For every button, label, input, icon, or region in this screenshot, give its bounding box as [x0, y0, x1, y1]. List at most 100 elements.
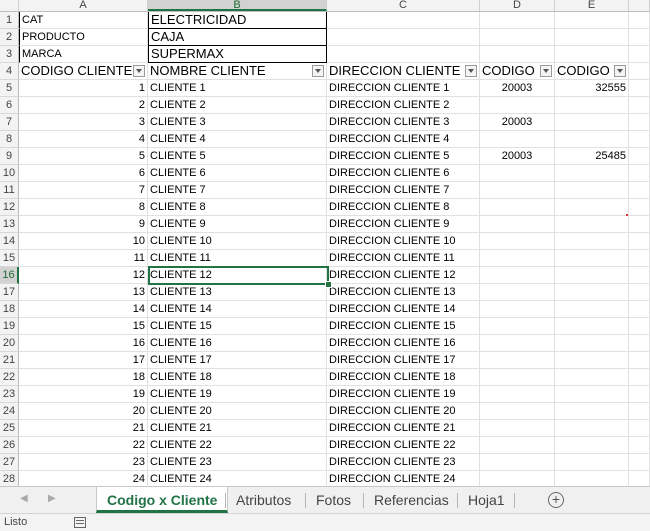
direccion-cliente-cell[interactable]: DIRECCION CLIENTE 17	[327, 352, 480, 369]
cell[interactable]	[629, 284, 650, 301]
codigo-cell[interactable]	[480, 403, 555, 420]
filter-dropdown-icon[interactable]	[312, 65, 324, 77]
column-header-f[interactable]	[629, 0, 650, 11]
codigo-cliente-cell[interactable]: 23	[19, 454, 148, 471]
nombre-cliente-cell[interactable]: CLIENTE 17	[148, 352, 327, 369]
codigo-cell[interactable]	[555, 318, 629, 335]
header-label-cell[interactable]: CAT	[19, 12, 148, 29]
plus-circle-icon[interactable]: +	[548, 492, 564, 508]
header-label-cell[interactable]: PRODUCTO	[19, 29, 148, 46]
column-header-b[interactable]: B	[148, 0, 327, 11]
codigo-cell[interactable]	[555, 454, 629, 471]
codigo-cliente-cell[interactable]: 24	[19, 471, 148, 486]
cell[interactable]	[629, 437, 650, 454]
chevron-right-icon[interactable]: ▶	[48, 493, 56, 504]
row-header[interactable]: 15	[0, 250, 19, 267]
nombre-cliente-cell[interactable]: CLIENTE 5	[148, 148, 327, 165]
codigo-cell[interactable]	[480, 250, 555, 267]
row-header[interactable]: 24	[0, 403, 19, 420]
direccion-cliente-cell[interactable]: DIRECCION CLIENTE 11	[327, 250, 480, 267]
row-header[interactable]: 1	[0, 12, 19, 29]
cell[interactable]	[629, 403, 650, 420]
cell[interactable]	[629, 12, 650, 29]
cell[interactable]	[629, 233, 650, 250]
filter-dropdown-icon[interactable]	[465, 65, 477, 77]
codigo-cell[interactable]	[480, 165, 555, 182]
row-header[interactable]: 12	[0, 199, 19, 216]
nombre-cliente-cell[interactable]: CLIENTE 6	[148, 165, 327, 182]
macro-record-icon[interactable]	[74, 517, 86, 528]
row-header[interactable]: 19	[0, 318, 19, 335]
nombre-cliente-cell[interactable]: CLIENTE 3	[148, 114, 327, 131]
cell[interactable]	[629, 386, 650, 403]
cell[interactable]	[629, 471, 650, 486]
codigo-cell[interactable]	[480, 352, 555, 369]
direccion-cliente-cell[interactable]: DIRECCION CLIENTE 13	[327, 284, 480, 301]
tab-hoja1[interactable]: Hoja1	[458, 487, 515, 513]
codigo-cliente-cell[interactable]: 14	[19, 301, 148, 318]
direccion-cliente-cell[interactable]: DIRECCION CLIENTE 7	[327, 182, 480, 199]
cell[interactable]	[629, 352, 650, 369]
codigo-cell[interactable]	[480, 267, 555, 284]
cell[interactable]	[629, 267, 650, 284]
codigo-cell[interactable]	[555, 267, 629, 284]
cell[interactable]	[629, 335, 650, 352]
codigo-cell[interactable]	[555, 352, 629, 369]
codigo-cell[interactable]: 32555	[555, 80, 629, 97]
nombre-cliente-cell[interactable]: CLIENTE 18	[148, 369, 327, 386]
cell[interactable]	[629, 216, 650, 233]
header-value-cell[interactable]: CAJA	[148, 29, 327, 46]
nombre-cliente-cell[interactable]: CLIENTE 20	[148, 403, 327, 420]
codigo-cliente-cell[interactable]: 19	[19, 386, 148, 403]
cell[interactable]	[629, 63, 650, 80]
nombre-cliente-cell[interactable]: CLIENTE 4	[148, 131, 327, 148]
codigo-cell[interactable]	[480, 284, 555, 301]
nombre-cliente-cell[interactable]: CLIENTE 11	[148, 250, 327, 267]
codigo-cliente-cell[interactable]: 7	[19, 182, 148, 199]
codigo-cell[interactable]: 25485	[555, 148, 629, 165]
filter-dropdown-icon[interactable]	[133, 65, 145, 77]
row-header[interactable]: 28	[0, 471, 19, 486]
direccion-cliente-cell[interactable]: DIRECCION CLIENTE 24	[327, 471, 480, 486]
row-header[interactable]: 27	[0, 454, 19, 471]
codigo-cell[interactable]	[480, 454, 555, 471]
chevron-left-icon[interactable]: ◀	[20, 493, 28, 504]
direccion-cliente-cell[interactable]: DIRECCION CLIENTE 2	[327, 97, 480, 114]
codigo-cliente-cell[interactable]: 6	[19, 165, 148, 182]
cell[interactable]	[555, 12, 629, 29]
codigo-cell[interactable]	[480, 420, 555, 437]
codigo-cliente-cell[interactable]: 16	[19, 335, 148, 352]
header-value-cell[interactable]: ELECTRICIDAD	[148, 12, 327, 29]
direccion-cliente-cell[interactable]: DIRECCION CLIENTE 19	[327, 386, 480, 403]
cell[interactable]	[629, 165, 650, 182]
codigo-cell[interactable]	[555, 369, 629, 386]
direccion-cliente-cell[interactable]: DIRECCION CLIENTE 14	[327, 301, 480, 318]
direccion-cliente-cell[interactable]: DIRECCION CLIENTE 6	[327, 165, 480, 182]
cell[interactable]	[629, 199, 650, 216]
header-label-cell[interactable]: MARCA	[19, 46, 148, 63]
nombre-cliente-cell[interactable]: CLIENTE 19	[148, 386, 327, 403]
nombre-cliente-cell[interactable]: CLIENTE 21	[148, 420, 327, 437]
row-header[interactable]: 3	[0, 46, 19, 63]
direccion-cliente-cell[interactable]: DIRECCION CLIENTE 1	[327, 80, 480, 97]
nombre-cliente-cell[interactable]: CLIENTE 22	[148, 437, 327, 454]
nombre-cliente-cell[interactable]: CLIENTE 2	[148, 97, 327, 114]
codigo-cell[interactable]	[555, 386, 629, 403]
direccion-cliente-cell[interactable]: DIRECCION CLIENTE 18	[327, 369, 480, 386]
column-header-a[interactable]: A	[19, 0, 148, 11]
codigo-cell[interactable]	[480, 335, 555, 352]
row-header[interactable]: 20	[0, 335, 19, 352]
tab-atributos[interactable]: Atributos	[226, 487, 301, 513]
nombre-cliente-cell[interactable]: CLIENTE 1	[148, 80, 327, 97]
cell[interactable]	[480, 46, 555, 63]
codigo-cell[interactable]: 20003	[480, 148, 555, 165]
direccion-cliente-cell[interactable]: DIRECCION CLIENTE 9	[327, 216, 480, 233]
column-header-d[interactable]: D	[480, 0, 555, 11]
codigo-cell[interactable]	[555, 403, 629, 420]
cell[interactable]	[629, 29, 650, 46]
codigo-cell[interactable]	[480, 233, 555, 250]
codigo-cell[interactable]: 20003	[480, 80, 555, 97]
row-header[interactable]: 11	[0, 182, 19, 199]
nombre-cliente-cell[interactable]: CLIENTE 15	[148, 318, 327, 335]
nombre-cliente-cell[interactable]: CLIENTE 12	[148, 267, 327, 284]
